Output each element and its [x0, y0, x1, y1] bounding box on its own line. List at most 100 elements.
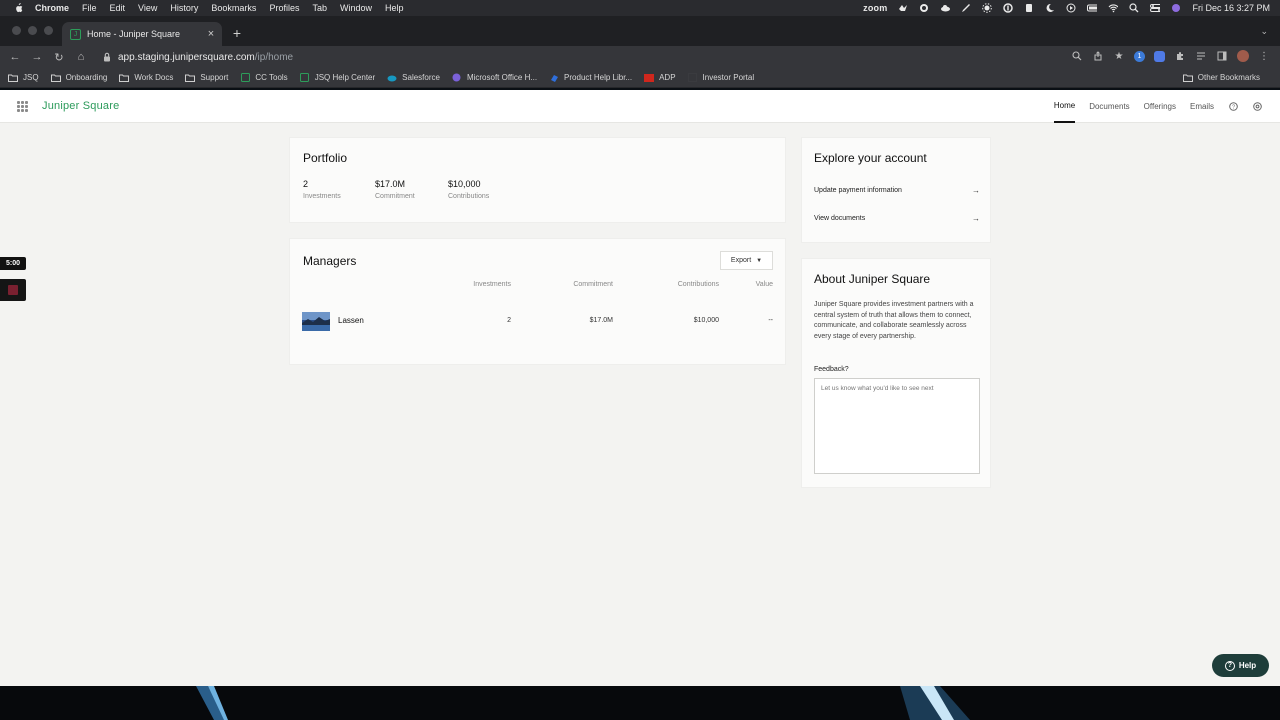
stat-value: $10,000 [448, 179, 481, 189]
zoom-status-item[interactable]: zoom [863, 3, 887, 13]
browser-toolbar: ← → ↻ ⌂ app.staging.junipersquare.com/ip… [0, 46, 1280, 68]
menu-view[interactable]: View [138, 3, 157, 13]
stat-label: Contributions [448, 193, 490, 200]
main-nav: Home Documents Offerings Emails ? [1040, 90, 1262, 123]
bird-icon[interactable] [898, 3, 908, 13]
explore-account-card: Explore your account Update payment info… [801, 137, 991, 243]
home-icon[interactable]: ⌂ [74, 50, 88, 64]
cloud-icon[interactable] [940, 3, 951, 13]
nav-offerings[interactable]: Offerings [1144, 90, 1176, 123]
extension-zoom-icon[interactable] [1154, 50, 1165, 62]
folder-icon [185, 74, 196, 82]
bookmark-folder-jsq[interactable]: JSQ [8, 73, 39, 82]
menu-bar-clock[interactable]: Fri Dec 16 3:27 PM [1192, 3, 1270, 13]
managers-title: Managers [303, 254, 357, 268]
lock-icon[interactable] [102, 52, 112, 62]
close-window-button[interactable] [12, 26, 21, 35]
menu-edit[interactable]: Edit [110, 3, 126, 13]
side-panel-icon[interactable] [1216, 50, 1228, 62]
menu-history[interactable]: History [170, 3, 198, 13]
stat-label: Commitment [375, 193, 415, 200]
account-settings-icon[interactable] [1252, 102, 1262, 112]
menu-file[interactable]: File [82, 3, 97, 13]
forward-arrow-icon[interactable]: → [30, 50, 44, 64]
menu-bookmarks[interactable]: Bookmarks [211, 3, 256, 13]
bookmark-product-help-library[interactable]: Product Help Libr... [549, 73, 632, 82]
onepassword-icon[interactable] [1003, 3, 1014, 13]
menu-bar-status-area: zoom Fri Dec 16 3:27 PM [863, 0, 1270, 16]
nav-emails[interactable]: Emails [1190, 90, 1214, 123]
bookmark-folder-support[interactable]: Support [185, 73, 228, 82]
maximize-window-button[interactable] [44, 26, 53, 35]
help-circle-icon[interactable]: ? [1228, 102, 1238, 112]
stop-recording-button[interactable] [0, 279, 26, 301]
share-icon[interactable] [1092, 50, 1104, 62]
apple-icon[interactable] [13, 3, 23, 13]
menu-tab[interactable]: Tab [312, 3, 327, 13]
brand-logo[interactable]: Juniper Square [42, 100, 119, 112]
menu-chrome[interactable]: Chrome [35, 3, 69, 13]
manager-thumbnail-image[interactable] [302, 312, 330, 331]
minimize-window-button[interactable] [28, 26, 37, 35]
close-tab-icon[interactable]: × [204, 28, 218, 40]
bookmark-cc-tools[interactable]: CC Tools [240, 73, 288, 82]
reload-icon[interactable]: ↻ [52, 50, 66, 64]
new-tab-icon[interactable]: + [230, 26, 244, 40]
tab-search-icon[interactable]: ⌄ [1260, 26, 1268, 37]
feedback-textarea[interactable] [814, 378, 980, 474]
bookmark-investor-portal[interactable]: Investor Portal [688, 73, 754, 82]
bookmark-star-icon[interactable]: ★ [1113, 50, 1125, 62]
back-arrow-icon[interactable]: ← [8, 50, 22, 64]
stop-icon [8, 285, 18, 295]
help-widget-button[interactable]: ? Help [1212, 654, 1269, 677]
adp-icon [644, 73, 655, 82]
bookmark-microsoft-office[interactable]: Microsoft Office H... [452, 73, 537, 82]
update-payment-link[interactable]: Update payment information → [814, 183, 980, 197]
menu-help[interactable]: Help [385, 3, 404, 13]
battery-icon[interactable] [1087, 3, 1098, 13]
extensions-puzzle-icon[interactable] [1174, 50, 1186, 62]
address-bar[interactable]: app.staging.junipersquare.com/ip/home [96, 48, 1126, 66]
column-header-commitment: Commitment [573, 281, 613, 288]
manager-name-link[interactable]: Lassen [338, 316, 364, 325]
grammarly-icon[interactable] [919, 3, 929, 13]
play-icon[interactable] [1066, 3, 1076, 13]
menu-window[interactable]: Window [340, 3, 372, 13]
menu-profiles[interactable]: Profiles [269, 3, 299, 13]
bookmark-folder-other[interactable]: Other Bookmarks [1182, 73, 1260, 82]
spotlight-search-icon[interactable] [1129, 3, 1139, 13]
brightness-icon[interactable] [982, 3, 993, 13]
bookmark-jsq-help-center[interactable]: JSQ Help Center [300, 73, 375, 82]
export-dropdown-button[interactable]: Export ▼ [720, 251, 773, 270]
nav-documents[interactable]: Documents [1089, 90, 1129, 123]
evernote-icon[interactable] [1024, 3, 1034, 13]
bookmark-folder-work-docs[interactable]: Work Docs [119, 73, 173, 82]
nav-home[interactable]: Home [1053, 90, 1076, 123]
bookmark-adp[interactable]: ADP [644, 73, 676, 82]
web-page: Juniper Square Home Documents Offerings … [0, 90, 1280, 686]
help-label: Help [1238, 661, 1257, 670]
folder-icon [1182, 74, 1193, 82]
pen-icon[interactable] [961, 3, 971, 13]
extension-1password-icon[interactable]: 1 [1134, 50, 1145, 62]
zoom-magnifier-icon[interactable] [1071, 50, 1083, 62]
siri-icon[interactable] [1171, 3, 1181, 13]
wifi-icon[interactable] [1108, 3, 1119, 13]
url-text: app.staging.junipersquare.com/ip/home [118, 52, 293, 63]
bookmark-label: Onboarding [65, 73, 108, 82]
browser-tab-active[interactable]: J Home - Juniper Square × [62, 22, 222, 46]
juniper-square-favicon-icon: J [70, 28, 81, 40]
control-center-icon[interactable] [1150, 3, 1161, 13]
caret-down-icon: ▼ [756, 257, 763, 264]
bookmark-folder-onboarding[interactable]: Onboarding [50, 73, 108, 82]
bookmark-salesforce[interactable]: Salesforce [387, 73, 440, 82]
reading-list-icon[interactable] [1195, 50, 1207, 62]
app-launcher-grid-icon[interactable] [17, 101, 28, 112]
about-title: About Juniper Square [814, 272, 931, 286]
profile-avatar-icon[interactable] [1237, 50, 1249, 62]
microsoft-office-icon [452, 73, 462, 82]
do-not-disturb-icon[interactable] [1045, 3, 1055, 13]
juniper-favicon-icon [300, 73, 310, 82]
more-menu-icon[interactable]: ⋮ [1258, 50, 1270, 62]
view-documents-link[interactable]: View documents → [814, 211, 980, 225]
